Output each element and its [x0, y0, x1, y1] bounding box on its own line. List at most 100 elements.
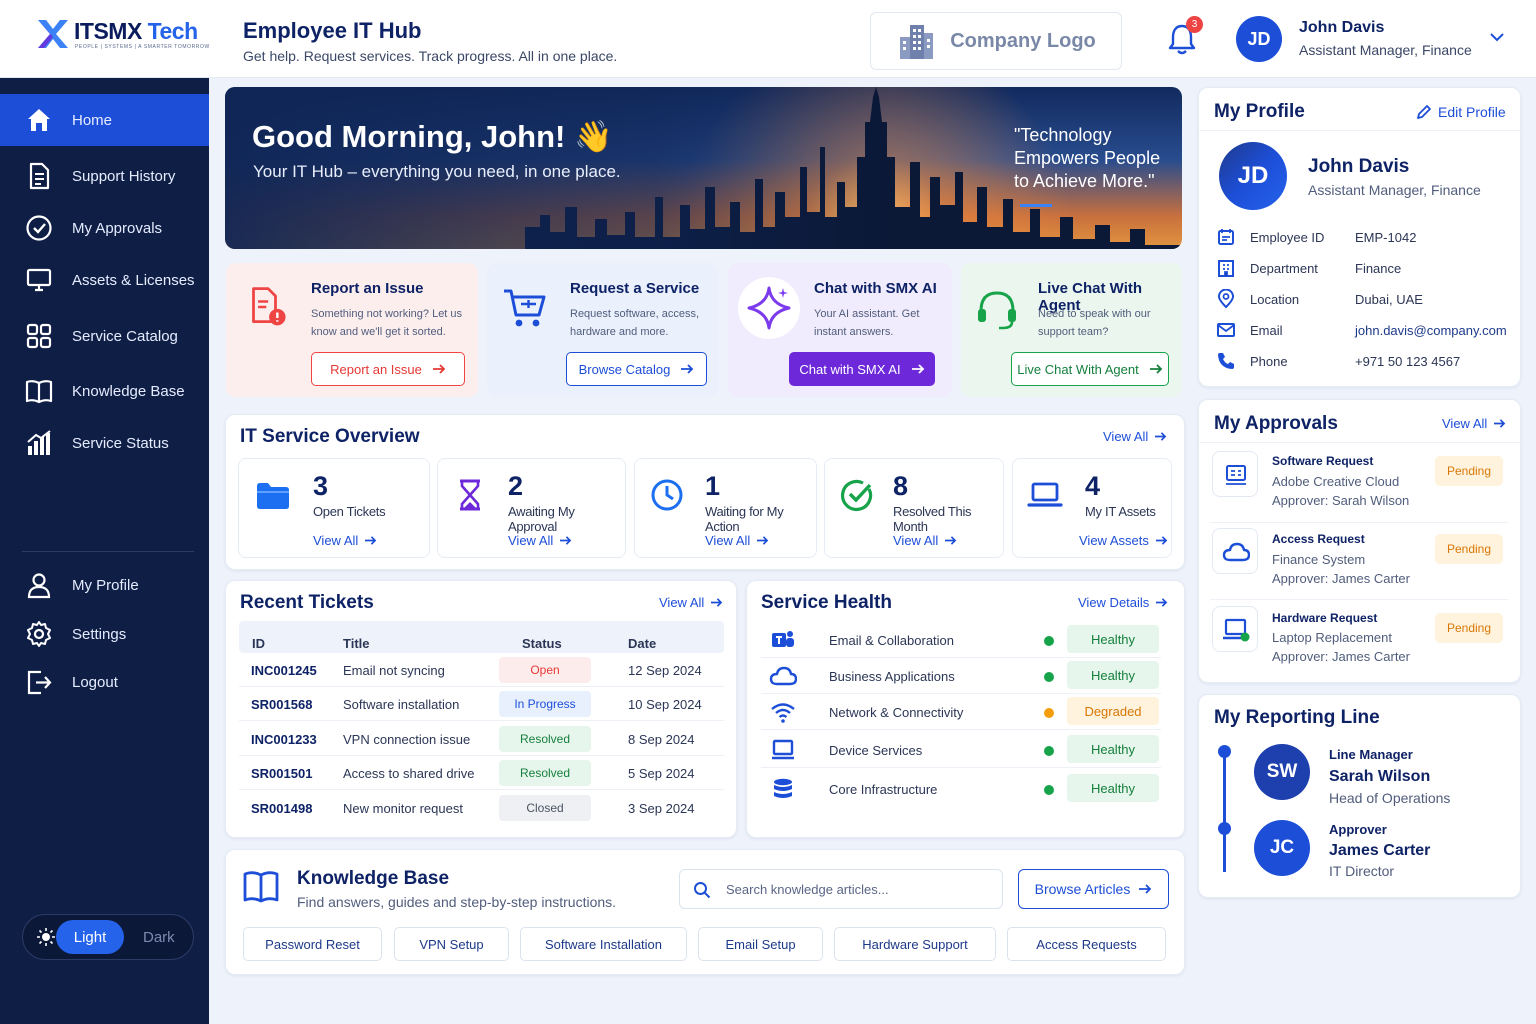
kb-search-input[interactable]: Search knowledge articles...	[679, 869, 1003, 909]
sun-icon	[37, 928, 55, 946]
reporting-name[interactable]: James Carter	[1329, 842, 1430, 860]
column-header-date: Date	[628, 636, 657, 651]
theme-light-option[interactable]: Light	[56, 920, 124, 954]
approval-approver: Approver: James Carter	[1272, 571, 1410, 586]
service-health-row: Device Services Healthy	[761, 732, 1161, 768]
arrow-right-icon	[1155, 536, 1168, 545]
health-view-details-link[interactable]: View Details	[1078, 595, 1168, 610]
ticket-id[interactable]: SR001568	[251, 697, 312, 712]
service-name: Email & Collaboration	[829, 633, 955, 648]
report-issue-button[interactable]: Report an Issue	[311, 352, 465, 386]
table-row[interactable]: SR001498 New monitor request Closed 3 Se…	[239, 791, 724, 825]
overview-view-all-link[interactable]: View All	[1103, 429, 1167, 444]
kb-tag-email-setup[interactable]: Email Setup	[698, 927, 823, 961]
sidebar-item-my-profile[interactable]: My Profile	[0, 559, 209, 611]
arrow-right-icon	[757, 536, 769, 545]
browse-articles-button[interactable]: Browse Articles	[1018, 869, 1169, 909]
book-icon	[25, 380, 53, 404]
sidebar-item-label: Service Status	[72, 434, 169, 452]
theme-dark-option[interactable]: Dark	[143, 929, 175, 946]
approval-title[interactable]: Hardware Request	[1272, 611, 1377, 625]
field-value-email[interactable]: john.davis@company.com	[1355, 323, 1507, 338]
overview-view-all-link[interactable]: View All	[313, 533, 377, 548]
reporting-name[interactable]: Sarah Wilson	[1329, 768, 1430, 786]
sidebar-item-support-history[interactable]: Support History	[0, 150, 209, 202]
overview-card-open-tickets[interactable]: 3 Open Tickets View All	[238, 458, 430, 558]
divider	[1210, 599, 1508, 600]
table-row[interactable]: SR001568 Software installation In Progre…	[239, 687, 724, 721]
live-chat-button[interactable]: Live Chat With Agent	[1011, 352, 1169, 386]
link-label: View Details	[1078, 595, 1150, 610]
overview-value: 8	[893, 471, 909, 501]
folder-icon	[257, 483, 289, 509]
overview-card-it-assets[interactable]: 4 My IT Assets View Assets	[1012, 458, 1172, 558]
sidebar-item-service-status[interactable]: Service Status	[0, 417, 209, 469]
sidebar-item-service-catalog[interactable]: Service Catalog	[0, 310, 209, 362]
ticket-id[interactable]: SR001498	[251, 801, 312, 816]
check-circle-icon	[841, 479, 873, 511]
reporting-role: Approver	[1329, 822, 1387, 837]
user-avatar[interactable]: JD	[1236, 16, 1282, 62]
overview-view-all-link[interactable]: View All	[893, 533, 957, 548]
overview-card-awaiting-approval[interactable]: 2 Awaiting My Approval View All	[437, 458, 626, 558]
sidebar-item-my-approvals[interactable]: My Approvals	[0, 202, 209, 254]
arrow-right-icon	[365, 536, 377, 545]
service-name: Network & Connectivity	[829, 705, 964, 720]
overview-label: Resolved This Month	[893, 504, 972, 534]
kb-tag-vpn-setup[interactable]: VPN Setup	[394, 927, 509, 961]
overview-value: 4	[1085, 471, 1101, 501]
sidebar-item-settings[interactable]: Settings	[0, 608, 209, 660]
sidebar-item-logout[interactable]: Logout	[0, 656, 209, 708]
sidebar-item-knowledge-base[interactable]: Knowledge Base	[0, 365, 209, 417]
timeline-line	[1223, 748, 1226, 872]
hourglass-icon	[460, 479, 480, 511]
sidebar-item-label: Home	[72, 111, 113, 129]
sidebar-item-home[interactable]: Home	[0, 94, 209, 146]
sidebar-item-label: Support History	[72, 167, 176, 185]
ticket-id[interactable]: INC001245	[251, 663, 317, 678]
service-health-title: Service Health	[761, 592, 892, 613]
edit-profile-link[interactable]: Edit Profile	[1416, 104, 1506, 120]
kb-tag-access-requests[interactable]: Access Requests	[1007, 927, 1166, 961]
overview-card-resolved[interactable]: 8 Resolved This Month View All	[824, 458, 1004, 558]
ticket-date: 3 Sep 2024	[628, 801, 695, 816]
overview-value: 1	[705, 471, 721, 501]
service-health-row: Network & Connectivity Degraded	[761, 694, 1161, 730]
chevron-down-icon[interactable]	[1488, 30, 1506, 44]
browse-catalog-button[interactable]: Browse Catalog	[566, 352, 707, 386]
ticket-title: New monitor request	[343, 801, 463, 816]
approval-title[interactable]: Software Request	[1272, 454, 1373, 468]
overview-view-all-link[interactable]: View All	[508, 533, 572, 548]
table-row[interactable]: INC001233 VPN connection issue Resolved …	[239, 722, 724, 756]
profile-avatar: JD	[1219, 142, 1287, 210]
reporting-line-title: My Reporting Line	[1214, 707, 1380, 728]
ticket-id[interactable]: INC001233	[251, 732, 317, 747]
quick-action-desc: Your AI assistant. Get instant answers.	[814, 308, 920, 338]
gear-icon	[27, 621, 51, 647]
kb-tag-hardware-support[interactable]: Hardware Support	[834, 927, 996, 961]
status-badge: Healthy	[1067, 774, 1159, 802]
overview-view-assets-link[interactable]: View Assets	[1079, 533, 1168, 548]
approval-icon-box	[1212, 451, 1258, 497]
overview-view-all-link[interactable]: View All	[705, 533, 769, 548]
arrow-right-icon	[1494, 419, 1506, 428]
table-row[interactable]: SR001501 Access to shared drive Resolved…	[239, 756, 724, 790]
sidebar-item-assets-licenses[interactable]: Assets & Licenses	[0, 254, 209, 306]
kb-tag-software-installation[interactable]: Software Installation	[520, 927, 687, 961]
overview-label: Awaiting My Approval	[508, 504, 575, 534]
quick-action-title: Report an Issue	[311, 280, 424, 297]
approvals-view-all-link[interactable]: View All	[1442, 416, 1506, 431]
chat-ai-button[interactable]: Chat with SMX AI	[789, 352, 935, 386]
tickets-view-all-link[interactable]: View All	[659, 595, 723, 610]
approval-title[interactable]: Access Request	[1272, 532, 1365, 546]
field-label-department: Department	[1250, 261, 1318, 276]
cloud-icon	[1222, 542, 1250, 562]
table-row[interactable]: INC001245 Email not syncing Open 12 Sep …	[239, 653, 724, 687]
approval-item: Laptop Replacement	[1272, 630, 1392, 645]
ticket-id[interactable]: SR001501	[251, 766, 312, 781]
mail-icon	[1217, 323, 1235, 337]
user-name[interactable]: John Davis	[1299, 19, 1384, 37]
itsmx-logo-icon	[38, 20, 68, 48]
kb-tag-password-reset[interactable]: Password Reset	[243, 927, 382, 961]
overview-card-waiting-action[interactable]: 1 Waiting for My Action View All	[634, 458, 817, 558]
